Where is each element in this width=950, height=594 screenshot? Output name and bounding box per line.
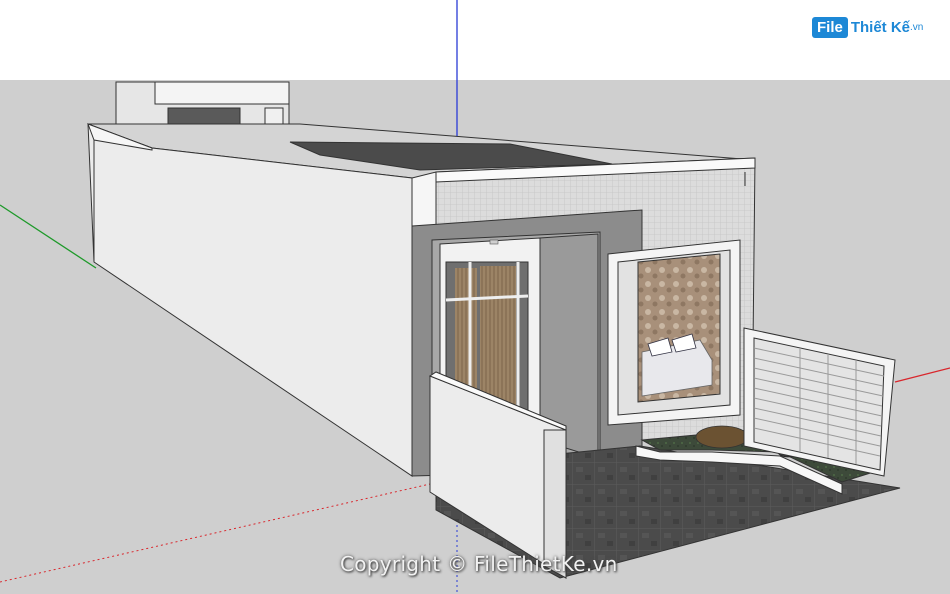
parapet-corner (411, 171, 437, 227)
model-viewport[interactable]: File Thiết Kế .vn Copyright © FileThietK… (0, 0, 950, 594)
curtain-left (455, 268, 477, 398)
logo-suffix: .vn (910, 21, 924, 33)
copyright-watermark: Copyright © FileThietKe.vn (340, 552, 618, 576)
garden-rock (695, 425, 749, 449)
curtain-right (480, 266, 516, 406)
logo-mark: File (812, 16, 848, 38)
sky-background (0, 0, 950, 80)
3d-house-model[interactable] (0, 0, 950, 594)
brand-logo: File Thiết Kế .vn (812, 10, 923, 44)
logo-text: Thiết Kế (850, 18, 911, 36)
roof-stair-slab (154, 81, 290, 105)
